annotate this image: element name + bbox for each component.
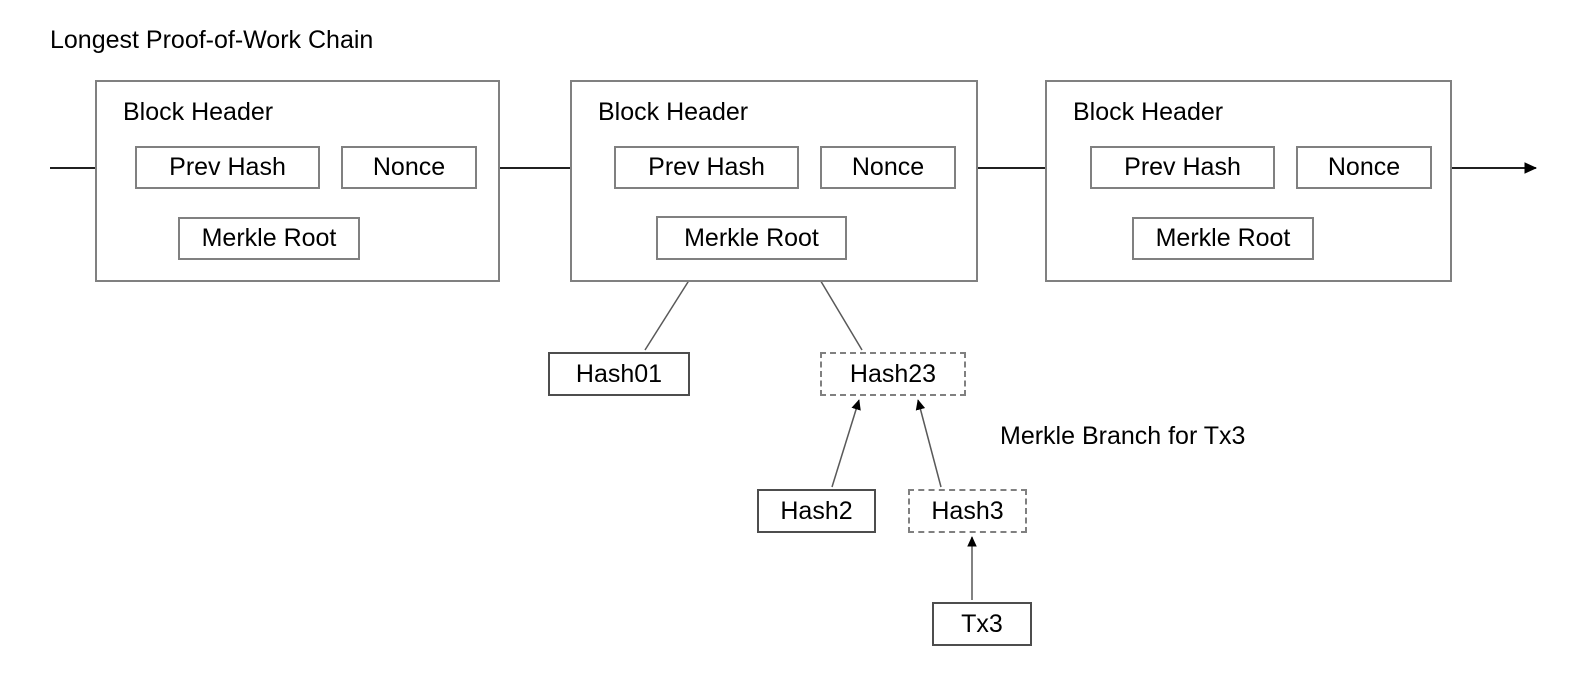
tx3-label: Tx3 <box>961 609 1003 638</box>
block-header-label-2: Block Header <box>598 98 749 126</box>
prev-hash-box-3[interactable]: Prev Hash <box>1090 146 1275 189</box>
merkle-root-label-3: Merkle Root <box>1155 224 1291 252</box>
merkle-root-label-1: Merkle Root <box>201 224 337 252</box>
prev-hash-label-3: Prev Hash <box>1124 153 1241 181</box>
tx3-node[interactable]: Tx3 <box>932 602 1032 646</box>
merkle-root-label-2: Merkle Root <box>684 223 819 252</box>
page-title: Longest Proof-of-Work Chain <box>50 26 374 54</box>
blockchain-merkle-diagram: Longest Proof-of-Work Chain Block Header… <box>0 0 1586 678</box>
hash23-node[interactable]: Hash23 <box>820 352 966 396</box>
hash2-node[interactable]: Hash2 <box>757 489 876 533</box>
hash01-label: Hash01 <box>575 359 663 388</box>
hash2-label: Hash2 <box>780 496 853 525</box>
merkle-root-box-3[interactable]: Merkle Root <box>1132 217 1314 260</box>
prev-hash-label-2: Prev Hash <box>648 153 765 181</box>
merkle-edge-hash2-to-hash23 <box>831 399 861 488</box>
prev-hash-box-1[interactable]: Prev Hash <box>135 146 320 189</box>
nonce-label-2: Nonce <box>851 153 925 181</box>
prev-hash-label-1: Prev Hash <box>169 153 286 181</box>
hash23-label: Hash23 <box>849 359 937 388</box>
hash3-node[interactable]: Hash3 <box>908 489 1027 533</box>
hash3-label: Hash3 <box>931 496 1004 525</box>
merkle-root-box-1[interactable]: Merkle Root <box>178 217 360 260</box>
block-header-label-1: Block Header <box>123 98 274 126</box>
merkle-branch-annotation: Merkle Branch for Tx3 <box>1000 422 1246 450</box>
hash01-node[interactable]: Hash01 <box>548 352 690 396</box>
nonce-box-2[interactable]: Nonce <box>820 146 956 189</box>
nonce-label-3: Nonce <box>1327 153 1401 181</box>
nonce-label-1: Nonce <box>372 153 446 181</box>
prev-hash-box-2[interactable]: Prev Hash <box>614 146 799 189</box>
merkle-edge-hash3-to-hash23 <box>915 399 942 488</box>
nonce-box-3[interactable]: Nonce <box>1296 146 1432 189</box>
block-header-label-3: Block Header <box>1073 98 1224 126</box>
merkle-root-box-2[interactable]: Merkle Root <box>656 216 847 260</box>
nonce-box-1[interactable]: Nonce <box>341 146 477 189</box>
